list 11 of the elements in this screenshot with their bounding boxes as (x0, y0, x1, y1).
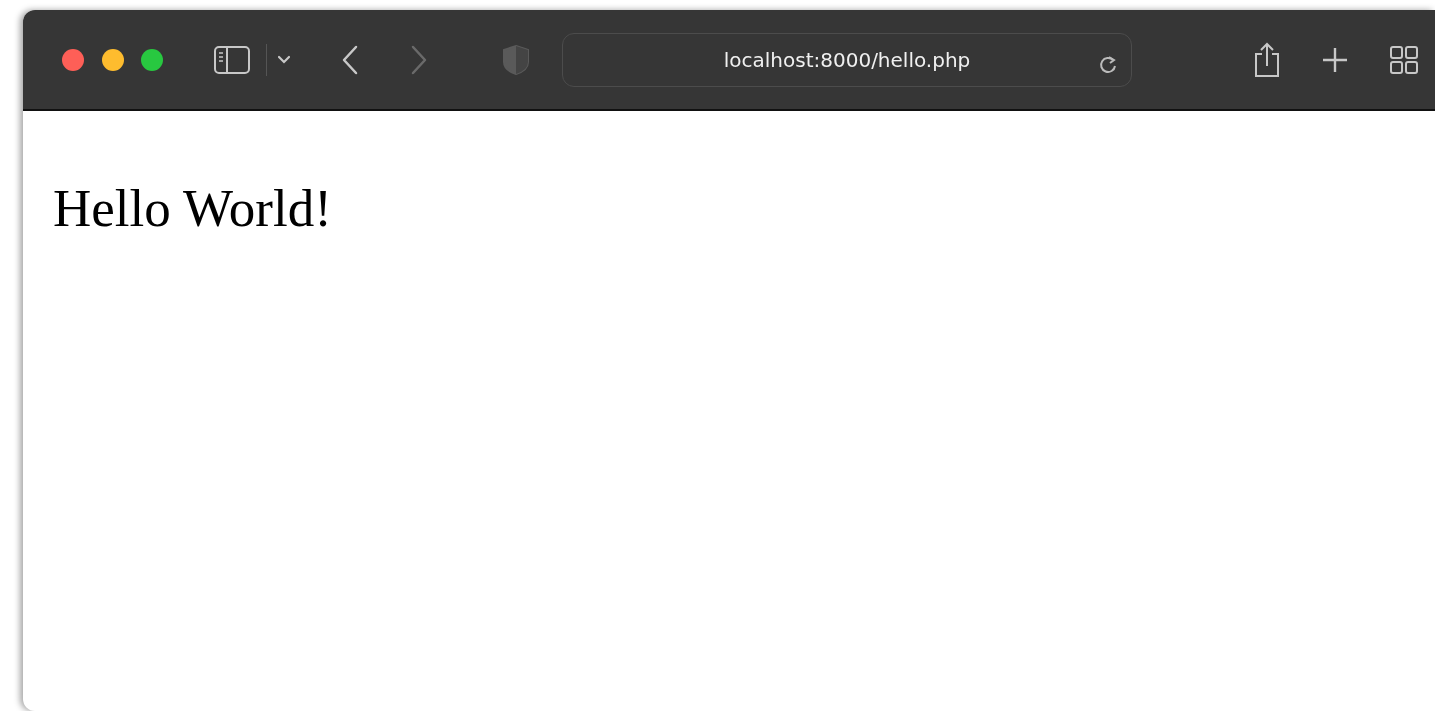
back-button[interactable] (341, 44, 359, 75)
new-tab-icon[interactable] (1322, 46, 1348, 73)
zoom-button[interactable] (141, 48, 163, 71)
chevron-down-icon[interactable] (277, 54, 291, 65)
page-heading: Hello World! (53, 178, 333, 239)
address-bar[interactable]: localhost:8000/hello.php (562, 32, 1132, 87)
sidebar-icon[interactable] (214, 45, 250, 74)
minimize-button[interactable] (102, 48, 124, 71)
tab-overview-icon[interactable] (1390, 45, 1418, 74)
share-icon[interactable] (1252, 41, 1282, 78)
close-button[interactable] (62, 48, 84, 71)
